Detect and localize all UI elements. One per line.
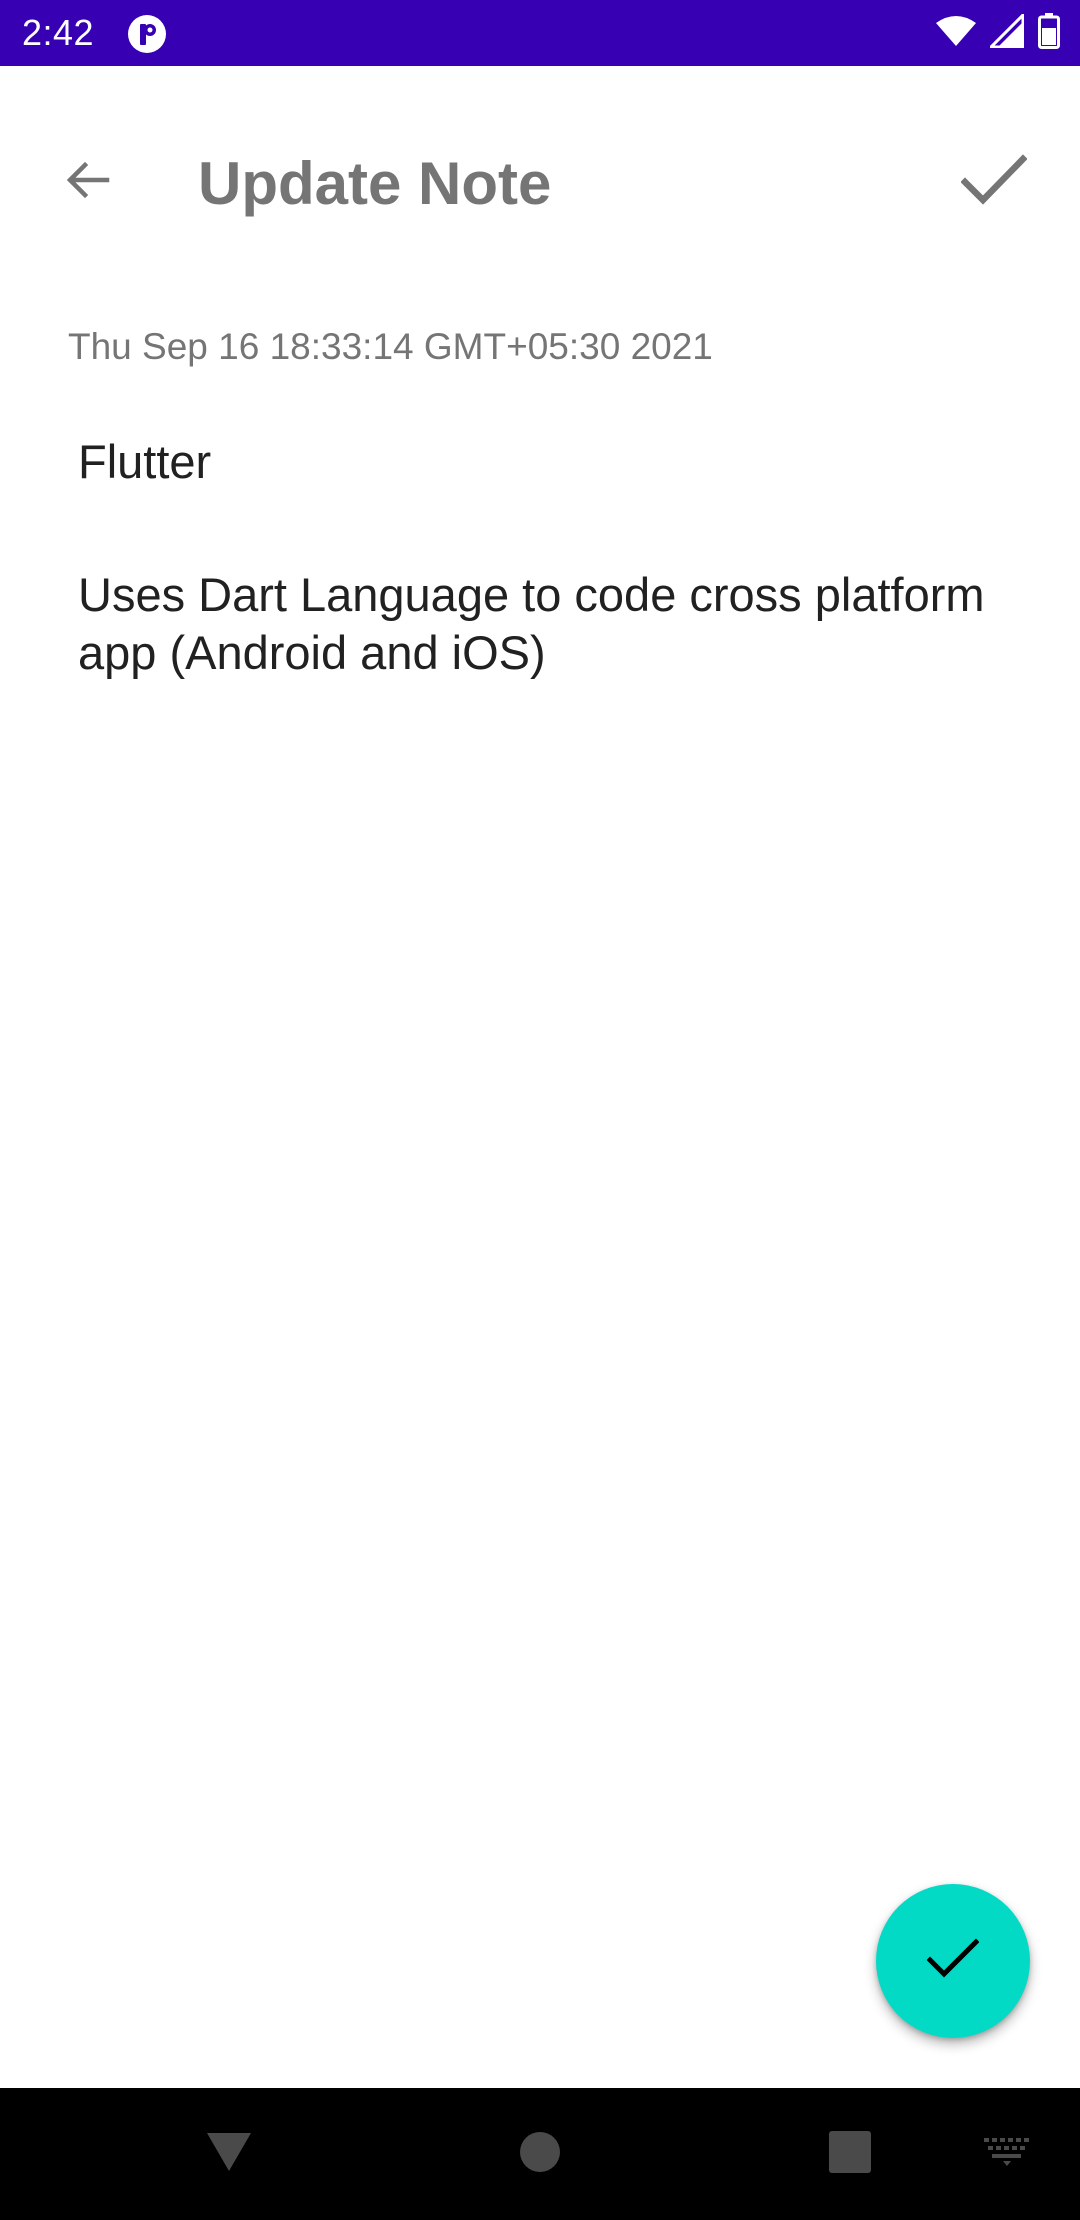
page-title: Update Note bbox=[198, 150, 552, 217]
battery-icon bbox=[1038, 12, 1060, 54]
nav-back-button[interactable] bbox=[159, 2088, 299, 2220]
nav-recents-button[interactable] bbox=[780, 2088, 920, 2220]
nav-home-button[interactable] bbox=[470, 2088, 610, 2220]
status-icons bbox=[936, 10, 1060, 54]
navigation-bar bbox=[0, 2088, 1080, 2220]
check-icon bbox=[960, 153, 1028, 212]
note-date: Thu Sep 16 18:33:14 GMT+05:30 2021 bbox=[68, 326, 713, 367]
save-note-button[interactable] bbox=[950, 138, 1038, 226]
app-bar: Update Note bbox=[0, 66, 1080, 288]
cellular-signal-icon bbox=[987, 10, 1025, 53]
back-triangle-icon bbox=[206, 2132, 252, 2177]
note-body-input[interactable]: Uses Dart Language to code cross platfor… bbox=[78, 566, 1018, 966]
notification-app-icon bbox=[127, 14, 167, 54]
nav-keyboard-button[interactable] bbox=[937, 2088, 1077, 2220]
home-circle-icon bbox=[519, 2131, 561, 2178]
wifi-icon bbox=[936, 15, 976, 52]
recents-square-icon bbox=[829, 2130, 871, 2178]
save-fab[interactable] bbox=[876, 1884, 1030, 2038]
arrow-back-icon bbox=[63, 155, 113, 210]
keyboard-icon bbox=[984, 2137, 1030, 2171]
status-time: 2:42 bbox=[22, 12, 95, 53]
back-button[interactable] bbox=[48, 142, 128, 222]
note-title-input[interactable] bbox=[78, 432, 1018, 492]
status-bar: 2:42 bbox=[0, 0, 1080, 66]
check-icon bbox=[926, 1937, 980, 1985]
